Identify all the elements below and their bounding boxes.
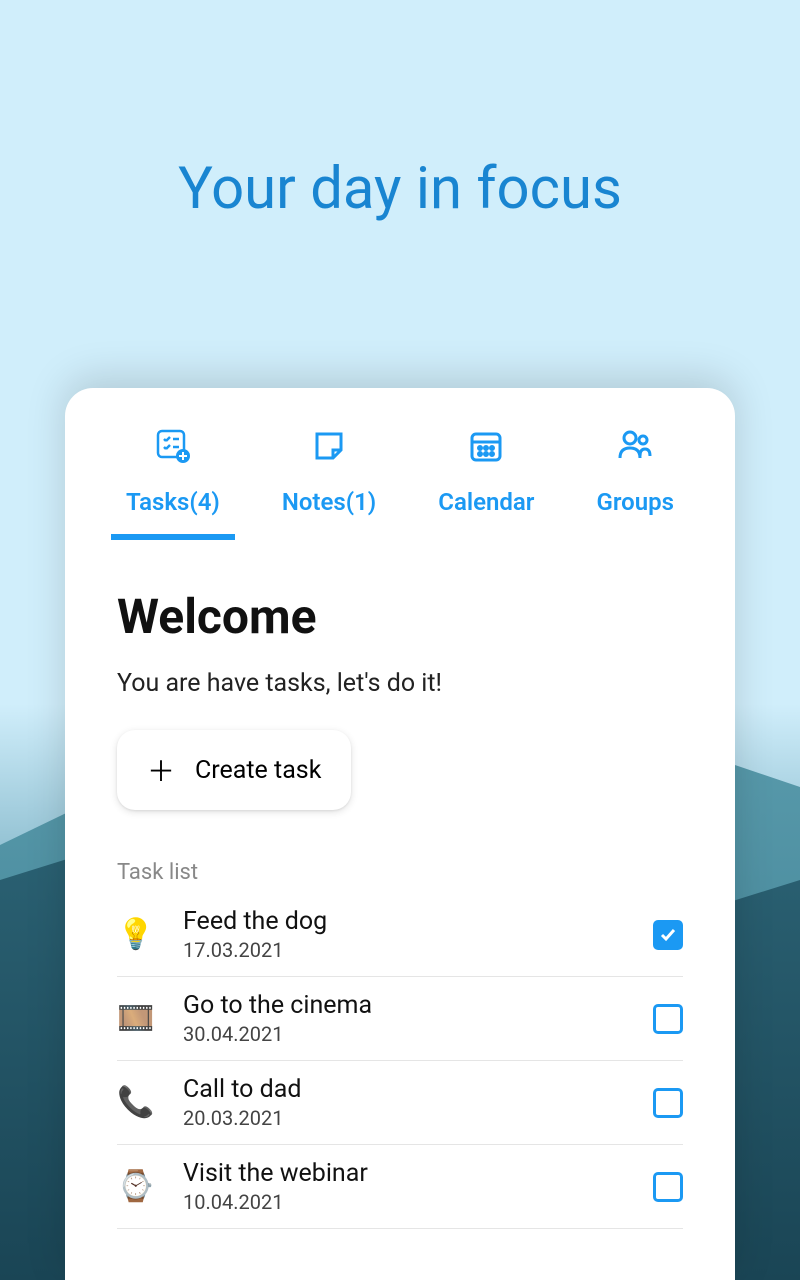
task-date: 30.04.2021 — [183, 1022, 625, 1046]
task-row[interactable]: 🎞️ Go to the cinema 30.04.2021 — [117, 977, 683, 1061]
tab-notes[interactable]: Notes(1) — [272, 426, 386, 528]
welcome-subtitle: You are have tasks, let's do it! — [117, 669, 683, 698]
film-icon: 🎞️ — [117, 1001, 155, 1036]
tasks-icon — [153, 426, 193, 466]
tab-groups[interactable]: Groups — [586, 426, 683, 528]
tab-label: Groups — [596, 488, 673, 516]
task-row[interactable]: ⌚ Visit the webinar 10.04.2021 — [117, 1145, 683, 1229]
task-list-label: Task list — [117, 860, 683, 885]
task-checkbox[interactable] — [653, 920, 683, 950]
task-row[interactable]: 💡 Feed the dog 17.03.2021 — [117, 893, 683, 977]
watch-icon: ⌚ — [117, 1169, 155, 1204]
phone-icon: 📞 — [117, 1085, 155, 1120]
task-checkbox[interactable] — [653, 1004, 683, 1034]
tab-label: Notes(1) — [282, 488, 376, 516]
tab-label: Tasks(4) — [126, 488, 220, 516]
plus-icon: ＋ — [147, 750, 175, 790]
task-title: Call to dad — [183, 1075, 625, 1104]
create-task-label: Create task — [195, 756, 321, 785]
task-row[interactable]: 📞 Call to dad 20.03.2021 — [117, 1061, 683, 1145]
lightbulb-icon: 💡 — [117, 917, 155, 952]
notes-icon — [309, 426, 349, 466]
task-title: Visit the webinar — [183, 1159, 625, 1188]
tab-bar: Tasks(4) Notes(1) — [65, 426, 735, 528]
main-card: Tasks(4) Notes(1) — [65, 388, 735, 1280]
tab-calendar[interactable]: Calendar — [428, 426, 544, 528]
task-date: 20.03.2021 — [183, 1106, 625, 1130]
tab-label: Calendar — [438, 488, 534, 516]
task-date: 10.04.2021 — [183, 1190, 625, 1214]
calendar-icon — [466, 426, 506, 466]
welcome-title: Welcome — [117, 588, 683, 645]
task-checkbox[interactable] — [653, 1088, 683, 1118]
tab-tasks[interactable]: Tasks(4) — [116, 426, 230, 528]
groups-icon — [615, 426, 655, 466]
hero-title: Your day in focus — [0, 0, 800, 223]
task-date: 17.03.2021 — [183, 938, 625, 962]
task-title: Feed the dog — [183, 907, 625, 936]
task-title: Go to the cinema — [183, 991, 625, 1020]
create-task-button[interactable]: ＋ Create task — [117, 730, 351, 810]
task-checkbox[interactable] — [653, 1172, 683, 1202]
